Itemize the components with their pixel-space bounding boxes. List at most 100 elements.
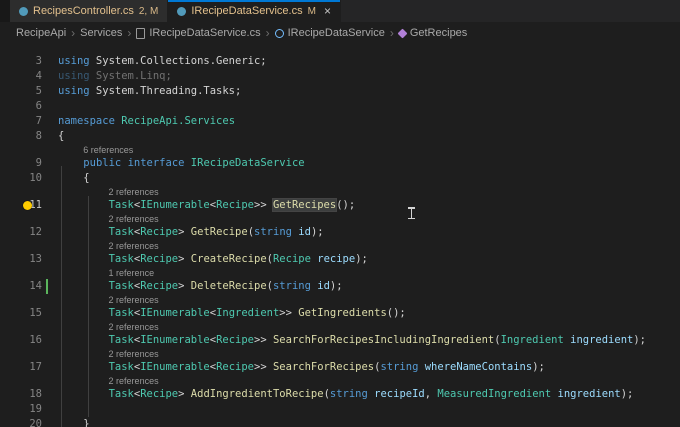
codelens-references-link[interactable]: 2 references <box>48 213 159 225</box>
indent-guide <box>88 196 89 417</box>
tab-irecipedataservice[interactable]: IRecipeDataService.cs M × <box>168 0 341 22</box>
code-text: { <box>58 172 90 184</box>
code-line[interactable]: 19 <box>0 402 680 417</box>
line-number[interactable]: 19 <box>0 402 48 417</box>
tab-recipescontroller[interactable]: RecipesController.cs 2, M <box>10 0 169 22</box>
code-line[interactable]: 16 Task<IEnumerable<Recipe>> SearchForRe… <box>0 333 680 348</box>
codelens-row[interactable]: 1 reference <box>0 267 680 279</box>
mouse-cursor-ibeam <box>408 207 415 219</box>
line-number[interactable]: 16 <box>0 333 48 348</box>
code-text: Task<IEnumerable<Ingredient>> GetIngredi… <box>108 307 406 319</box>
code-area: 3 using System.Collections.Generic; 4 using… <box>0 54 680 427</box>
line-number[interactable]: 18 <box>0 387 48 402</box>
codelens-references-link[interactable]: 1 reference <box>48 267 155 279</box>
codelens-row[interactable]: 2 references <box>0 294 680 306</box>
codelens-references-link[interactable]: 2 references <box>48 321 159 333</box>
chevron-right-icon: › <box>71 26 76 40</box>
code-text: { <box>58 130 65 142</box>
code-line[interactable]: 13 Task<Recipe> CreateRecipe(Recipe reci… <box>0 252 680 267</box>
code-line[interactable]: 14 Task<Recipe> DeleteRecipe(string id); <box>0 279 680 294</box>
line-number[interactable] <box>0 294 48 306</box>
line-number[interactable] <box>0 213 48 225</box>
tab-bar: RecipesController.cs 2, M IRecipeDataSer… <box>0 0 680 22</box>
line-number[interactable] <box>0 267 48 279</box>
line-number[interactable]: 13 <box>0 252 48 267</box>
codelens-references-link[interactable]: 2 references <box>48 186 159 198</box>
code-line[interactable]: 10 { <box>0 171 680 186</box>
codelens-references-link[interactable]: 6 references <box>48 144 133 156</box>
codelens-row[interactable]: 6 references <box>0 144 680 156</box>
line-number[interactable] <box>0 240 48 252</box>
codelens-references-link[interactable]: 2 references <box>48 348 159 360</box>
codelens-row[interactable]: 2 references <box>0 240 680 252</box>
code-line[interactable]: 8{ <box>0 129 680 144</box>
code-text: } <box>58 418 90 427</box>
csharp-file-icon <box>177 6 187 16</box>
tab-close-icon[interactable]: × <box>324 5 331 17</box>
code-text: Task<IEnumerable<Recipe>> SearchForRecip… <box>108 361 545 373</box>
line-number[interactable] <box>0 348 48 360</box>
code-line[interactable]: 9 public interface IRecipeDataService <box>0 156 680 171</box>
breadcrumb-item-file[interactable]: IRecipeDataService.cs <box>136 27 261 39</box>
code-line[interactable]: 7 namespace RecipeApi.Services <box>0 114 680 129</box>
breadcrumb-label: IRecipeDataService <box>287 27 385 39</box>
csharp-file-icon <box>19 6 28 16</box>
line-number[interactable]: 10 <box>0 171 48 186</box>
breadcrumb-item-recipeapi[interactable]: RecipeApi <box>16 27 66 39</box>
codelens-row[interactable]: 2 references <box>0 213 680 225</box>
codelens-row[interactable]: 2 references <box>0 348 680 360</box>
line-number[interactable]: 8 <box>0 129 48 144</box>
code-line[interactable]: 6 <box>0 99 680 114</box>
vscode-window: RecipesController.cs 2, M IRecipeDataSer… <box>0 0 680 427</box>
file-icon <box>136 27 146 39</box>
code-line[interactable]: 3 using System.Collections.Generic; <box>0 54 680 69</box>
breadcrumb-label: RecipeApi <box>16 27 67 39</box>
line-number[interactable]: 6 <box>0 99 48 114</box>
line-number[interactable]: 12 <box>0 225 48 240</box>
tab-label: RecipesController.cs <box>33 5 134 17</box>
line-number[interactable] <box>0 321 48 333</box>
line-number[interactable]: 4 <box>0 69 48 84</box>
breadcrumb-item-method[interactable]: GetRecipes <box>397 27 467 39</box>
code-line[interactable]: 20 } <box>0 417 680 427</box>
code-line[interactable]: 11 Task<IEnumerable<Recipe>> GetRecipes(… <box>0 198 680 213</box>
line-number[interactable]: 14 <box>0 279 48 294</box>
line-number[interactable]: 5 <box>0 84 48 99</box>
codelens-row[interactable]: 2 references <box>0 321 680 333</box>
chevron-right-icon: › <box>389 26 394 40</box>
chevron-right-icon: › <box>127 26 132 40</box>
line-number[interactable]: 7 <box>0 114 48 129</box>
codelens-references-link[interactable]: 2 references <box>48 375 159 387</box>
codelens-row[interactable]: 2 references <box>0 186 680 198</box>
breadcrumb-item-services[interactable]: Services <box>80 27 122 39</box>
code-line[interactable]: 17 Task<IEnumerable<Recipe>> SearchForRe… <box>0 360 680 375</box>
breadcrumb-item-interface[interactable]: IRecipeDataService <box>274 27 385 39</box>
code-line[interactable]: 4 using System.Linq; <box>0 69 680 84</box>
codelens-references-link[interactable]: 2 references <box>48 240 159 252</box>
code-line[interactable]: 12 Task<Recipe> GetRecipe(string id); <box>0 225 680 240</box>
line-number[interactable]: 3 <box>0 54 48 69</box>
line-number[interactable]: 20 <box>0 417 48 427</box>
code-text: using System.Linq; <box>58 70 172 82</box>
code-line[interactable]: 5 using System.Threading.Tasks; <box>0 84 680 99</box>
window-corner <box>0 0 10 22</box>
tab-git-badge: M <box>307 5 316 17</box>
code-text: public interface IRecipeDataService <box>83 157 305 169</box>
code-text: Task<Recipe> AddIngredientToRecipe(strin… <box>108 388 634 400</box>
line-number[interactable]: 9 <box>0 156 48 171</box>
line-number[interactable]: 17 <box>0 360 48 375</box>
line-number[interactable]: 15 <box>0 306 48 321</box>
line-number[interactable] <box>0 186 48 198</box>
codelens-references-link[interactable]: 2 references <box>48 294 159 306</box>
line-number[interactable] <box>0 144 48 156</box>
line-number[interactable] <box>0 375 48 387</box>
line-number[interactable]: 11 <box>0 198 48 213</box>
breadcrumb-label: Services <box>80 27 123 39</box>
codelens-row[interactable]: 2 references <box>0 375 680 387</box>
lightbulb-icon[interactable] <box>23 201 32 210</box>
code-line[interactable]: 18 Task<Recipe> AddIngredientToRecipe(st… <box>0 387 680 402</box>
editor[interactable]: 3 using System.Collections.Generic; 4 using… <box>0 44 680 427</box>
code-line[interactable]: 15 Task<IEnumerable<Ingredient>> GetIngr… <box>0 306 680 321</box>
